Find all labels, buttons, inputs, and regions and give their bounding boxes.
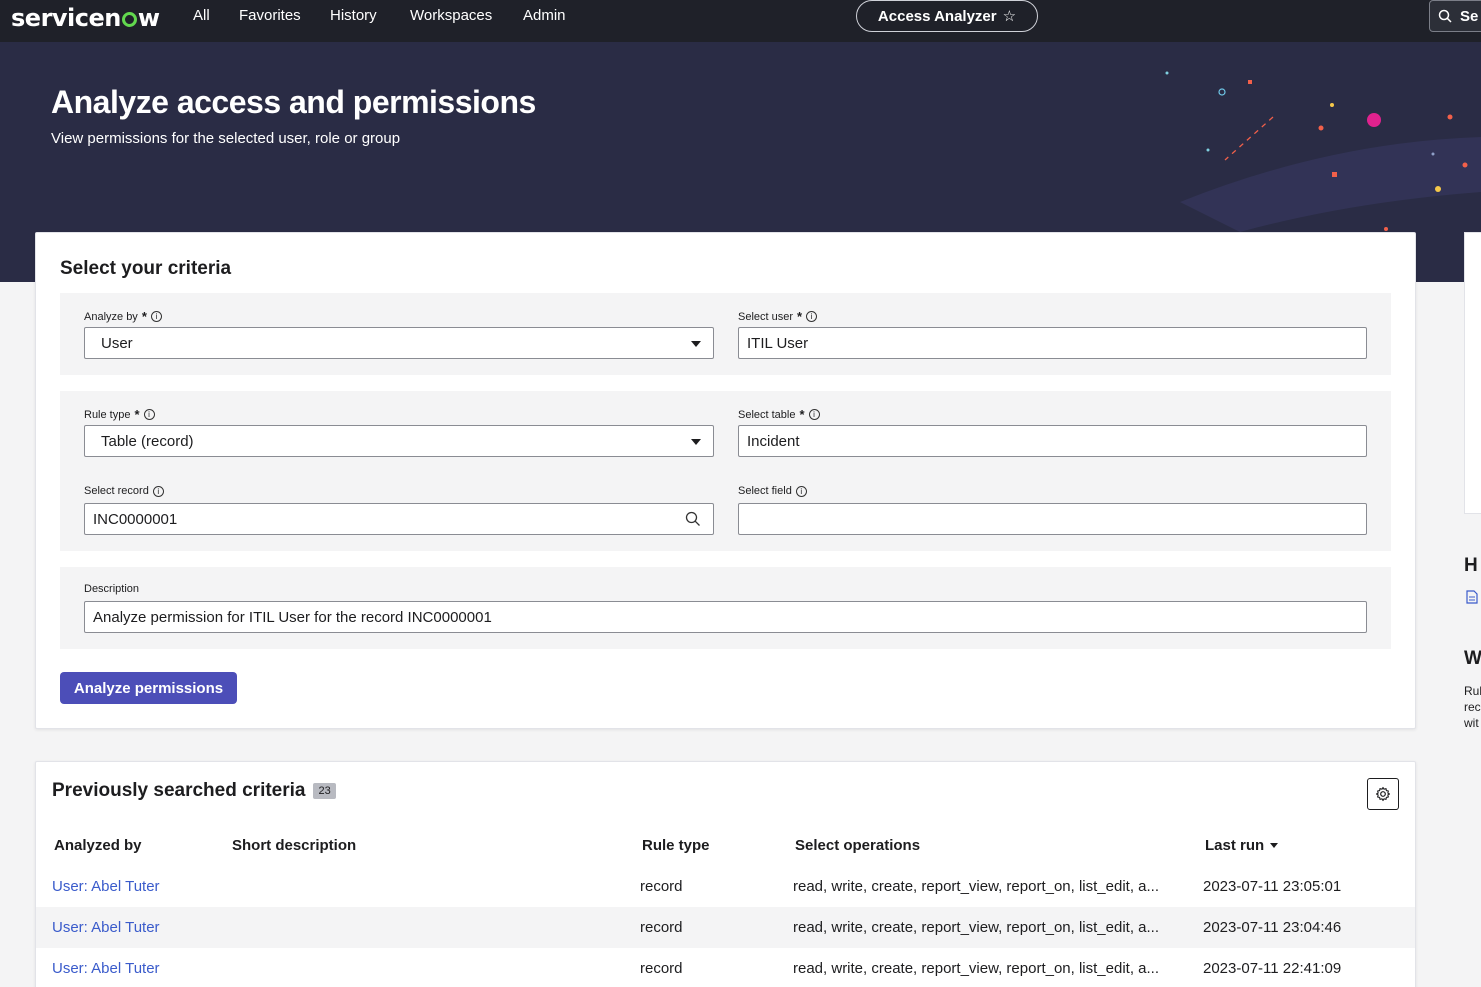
analyze-by-value: User bbox=[101, 334, 133, 352]
nav-admin[interactable]: Admin bbox=[523, 7, 566, 24]
select-table-label: Select table * i bbox=[738, 407, 820, 422]
previous-criteria-header: Previously searched criteria 23 bbox=[52, 780, 336, 802]
select-user-label: Select user * i bbox=[738, 309, 818, 324]
rule-type-select[interactable]: Table (record) bbox=[84, 425, 714, 457]
operations-cell: read, write, create, report_view, report… bbox=[793, 878, 1160, 895]
required-icon: * bbox=[797, 309, 803, 324]
required-icon: * bbox=[134, 407, 140, 422]
info-icon[interactable]: i bbox=[795, 485, 807, 497]
description-panel: Description Analyze permission for ITIL … bbox=[60, 567, 1391, 649]
column-select-operations[interactable]: Select operations bbox=[795, 837, 920, 854]
sort-desc-icon bbox=[1270, 843, 1279, 848]
table-row: User: Abel Tuter record read, write, cre… bbox=[36, 907, 1415, 948]
select-field-input[interactable] bbox=[738, 503, 1367, 535]
info-icon[interactable]: i bbox=[806, 311, 818, 322]
rule-type-value: Table (record) bbox=[101, 432, 194, 450]
table-row: User: Abel Tuter record read, write, cre… bbox=[36, 866, 1415, 907]
analyze-by-label: Analyze by * i bbox=[84, 309, 162, 324]
nav-history[interactable]: History bbox=[330, 7, 377, 24]
rule-type-cell: record bbox=[640, 878, 683, 895]
select-table-value: Incident bbox=[747, 432, 800, 450]
required-icon: * bbox=[799, 407, 805, 422]
select-record-value: INC0000001 bbox=[93, 510, 178, 528]
table-settings-button[interactable] bbox=[1367, 778, 1399, 810]
table-row: User: Abel Tuter record read, write, cre… bbox=[36, 948, 1415, 987]
info-icon[interactable]: i bbox=[152, 485, 164, 497]
column-last-run[interactable]: Last run bbox=[1205, 837, 1279, 854]
caret-down-icon bbox=[691, 341, 701, 347]
caret-down-icon bbox=[691, 439, 701, 445]
star-icon[interactable]: ☆ bbox=[1003, 7, 1016, 25]
select-field-label: Select field i bbox=[738, 485, 807, 497]
count-badge: 23 bbox=[313, 783, 336, 799]
previous-criteria-title: Previously searched criteria bbox=[52, 780, 306, 801]
side-line-3: wit bbox=[1464, 716, 1479, 730]
last-run-cell: 2023-07-11 22:41:09 bbox=[1203, 960, 1342, 977]
side-line-1: Rul bbox=[1464, 684, 1481, 698]
operations-cell: read, write, create, report_view, report… bbox=[793, 919, 1160, 936]
required-icon: * bbox=[141, 309, 147, 324]
top-nav: servicen w All Favorites History Workspac… bbox=[0, 0, 1481, 42]
rule-type-cell: record bbox=[640, 960, 683, 977]
gear-icon bbox=[1375, 786, 1391, 802]
servicenow-logo[interactable]: servicen w bbox=[11, 4, 160, 32]
rule-type-label: Rule type * i bbox=[84, 407, 155, 422]
side-panel bbox=[1464, 232, 1481, 514]
search-icon bbox=[1438, 9, 1452, 23]
select-table-input[interactable]: Incident bbox=[738, 425, 1367, 457]
criteria-title: Select your criteria bbox=[60, 258, 232, 279]
rule-type-label-text: Rule type bbox=[84, 408, 131, 421]
info-icon[interactable]: i bbox=[808, 409, 820, 420]
app-title: Access Analyzer bbox=[877, 7, 997, 25]
info-icon[interactable]: i bbox=[143, 409, 155, 420]
description-value: Analyze permission for ITIL User for the… bbox=[93, 608, 492, 626]
select-record-label: Select record i bbox=[84, 485, 164, 497]
select-user-value: ITIL User bbox=[747, 334, 809, 352]
criteria-card: Select your criteria Analyze by * i User… bbox=[35, 232, 1416, 729]
side-heading-2: W bbox=[1464, 648, 1481, 669]
select-user-input[interactable]: ITIL User bbox=[738, 327, 1367, 359]
column-last-run-label: Last run bbox=[1205, 837, 1265, 854]
search-label: Se bbox=[1460, 7, 1479, 25]
column-short-description[interactable]: Short description bbox=[232, 837, 356, 854]
analyze-by-select[interactable]: User bbox=[84, 327, 714, 359]
nav-all[interactable]: All bbox=[193, 7, 210, 24]
analyze-by-panel: Analyze by * i User Select user * i ITIL… bbox=[60, 293, 1391, 375]
nav-workspaces[interactable]: Workspaces bbox=[410, 7, 492, 24]
document-icon[interactable] bbox=[1466, 590, 1478, 604]
description-input[interactable]: Analyze permission for ITIL User for the… bbox=[84, 601, 1367, 633]
select-user-label-text: Select user bbox=[738, 310, 794, 323]
analyze-by-label-text: Analyze by bbox=[84, 310, 138, 323]
select-record-label-text: Select record bbox=[84, 485, 149, 497]
info-icon[interactable]: i bbox=[150, 311, 162, 322]
analyzed-by-link[interactable]: User: Abel Tuter bbox=[52, 878, 160, 895]
column-analyzed-by[interactable]: Analyzed by bbox=[54, 837, 142, 854]
nav-favorites[interactable]: Favorites bbox=[239, 7, 301, 24]
rule-type-cell: record bbox=[640, 919, 683, 936]
column-rule-type[interactable]: Rule type bbox=[642, 837, 710, 854]
select-record-input[interactable]: INC0000001 bbox=[84, 503, 714, 535]
last-run-cell: 2023-07-11 23:05:01 bbox=[1203, 878, 1342, 895]
analyzed-by-link[interactable]: User: Abel Tuter bbox=[52, 960, 160, 977]
analyze-permissions-button[interactable]: Analyze permissions bbox=[60, 672, 237, 704]
description-label: Description bbox=[84, 583, 139, 595]
previous-criteria-card: Previously searched criteria 23 Analyzed… bbox=[35, 761, 1416, 987]
select-field-label-text: Select field bbox=[738, 485, 792, 497]
select-table-label-text: Select table bbox=[738, 408, 796, 421]
side-line-2: rec bbox=[1464, 700, 1481, 714]
global-search[interactable]: Se bbox=[1429, 0, 1481, 32]
rule-panel: Rule type * i Table (record) Select tabl… bbox=[60, 391, 1391, 551]
app-title-pill[interactable]: Access Analyzer ☆ bbox=[856, 0, 1038, 32]
search-icon[interactable] bbox=[685, 511, 701, 527]
last-run-cell: 2023-07-11 23:04:46 bbox=[1203, 919, 1342, 936]
operations-cell: read, write, create, report_view, report… bbox=[793, 960, 1160, 977]
description-label-text: Description bbox=[84, 583, 140, 595]
side-heading-1: H bbox=[1464, 555, 1478, 576]
analyzed-by-link[interactable]: User: Abel Tuter bbox=[52, 919, 160, 936]
